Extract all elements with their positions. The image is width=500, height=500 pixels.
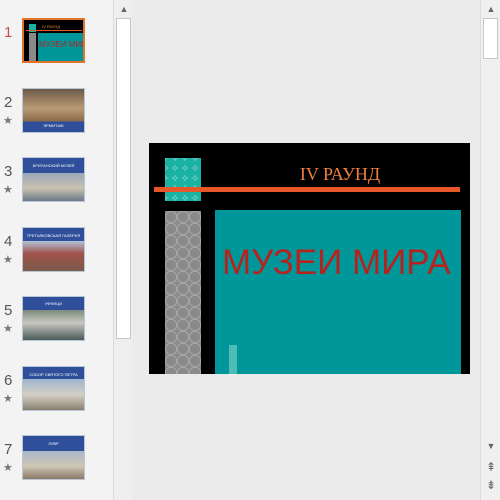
decorative-small-bar [229, 345, 237, 374]
slide-thumbnail-image[interactable]: ЭРМИТАЖ [22, 88, 85, 133]
slide-thumbnail-6[interactable]: 6 ★ СОБОР СВЯТОГО ПЕТРА [0, 366, 113, 426]
scrollbar-thumb[interactable] [483, 18, 498, 59]
slide-thumbnail-image[interactable]: СОБОР СВЯТОГО ПЕТРА [22, 366, 85, 411]
slide-number: 7 [4, 441, 13, 458]
thumb-main-title: МУЗЕИ МИРА [39, 40, 83, 49]
animation-star-icon: ★ [3, 393, 13, 405]
slide-number: 6 [4, 372, 13, 389]
scrollbar-thumb[interactable] [116, 18, 131, 339]
thumb-caption: ТРЕТЬЯКОВСКАЯ ГАЛЕРЕЯ [26, 233, 81, 238]
slide-number: 2 [4, 94, 13, 111]
thumb-orange-bar [26, 30, 82, 31]
slide-number: 1 [4, 24, 13, 41]
animation-star-icon: ★ [3, 184, 13, 196]
slide-thumbnail-1[interactable]: 1 IV РАУНД МУЗЕИ МИРА [0, 18, 113, 78]
decorative-orange-bar [154, 187, 460, 192]
scroll-down-arrow-icon[interactable]: ▼ [481, 438, 500, 454]
slide-main-title[interactable]: МУЗЕИ МИРА [222, 243, 451, 283]
slide-thumbnail-4[interactable]: 4 ★ ТРЕТЬЯКОВСКАЯ ГАЛЕРЕЯ [0, 227, 113, 287]
slide-thumbnail-image[interactable]: ЛУВР [22, 435, 85, 480]
slide-thumbnail-5[interactable]: 5 ★ УФФИЦИ [0, 296, 113, 356]
decorative-teal-square [165, 158, 201, 201]
slide-thumbnail-image[interactable]: БРИТАНСКИЙ МУЗЕЙ [22, 157, 85, 202]
animation-star-icon: ★ [3, 254, 13, 266]
previous-slide-icon[interactable]: ⇞ [481, 459, 500, 475]
slide-number: 3 [4, 163, 13, 180]
editor-scrollbar[interactable]: ▲ ▼ ⇞ ⇟ [480, 0, 500, 500]
decorative-gray-column [165, 211, 201, 374]
slide-thumbnail-image[interactable]: УФФИЦИ [22, 296, 85, 341]
thumb-caption: УФФИЦИ [44, 301, 63, 306]
next-slide-icon[interactable]: ⇟ [481, 477, 500, 493]
current-slide[interactable]: IV РАУНД МУЗЕИ МИРА [149, 143, 470, 374]
animation-star-icon: ★ [3, 462, 13, 474]
thumb-round-caption: IV РАУНД [42, 24, 60, 29]
thumb-caption: СОБОР СВЯТОГО ПЕТРА [29, 372, 78, 377]
slide-number: 5 [4, 302, 13, 319]
thumb-caption: ЛУВР [48, 441, 59, 446]
slide-number: 4 [4, 233, 13, 250]
slide-thumbnail-image[interactable]: IV РАУНД МУЗЕИ МИРА [22, 18, 85, 63]
animation-star-icon: ★ [3, 115, 13, 127]
slide-thumbnail-image[interactable]: ТРЕТЬЯКОВСКАЯ ГАЛЕРЕЯ [22, 227, 85, 272]
slide-round-title[interactable]: IV РАУНД [245, 164, 435, 185]
thumbnail-scrollbar[interactable]: ▲ [113, 0, 133, 500]
slide-thumbnail-2[interactable]: 2 ★ ЭРМИТАЖ [0, 88, 113, 148]
scroll-up-arrow-icon[interactable]: ▲ [114, 1, 134, 17]
scroll-up-arrow-icon[interactable]: ▲ [481, 1, 500, 17]
animation-star-icon: ★ [3, 323, 13, 335]
slide-thumbnail-3[interactable]: 3 ★ БРИТАНСКИЙ МУЗЕЙ [0, 157, 113, 217]
slide-thumbnail-pane: 1 IV РАУНД МУЗЕИ МИРА 2 ★ ЭРМИТАЖ 3 ★ БР… [0, 0, 113, 500]
thumb-caption: БРИТАНСКИЙ МУЗЕЙ [32, 163, 75, 168]
slide-thumbnail-7[interactable]: 7 ★ ЛУВР [0, 435, 113, 495]
thumb-caption: ЭРМИТАЖ [43, 123, 64, 128]
thumb-gray-column [29, 33, 36, 61]
decorative-teal-panel [215, 210, 461, 374]
